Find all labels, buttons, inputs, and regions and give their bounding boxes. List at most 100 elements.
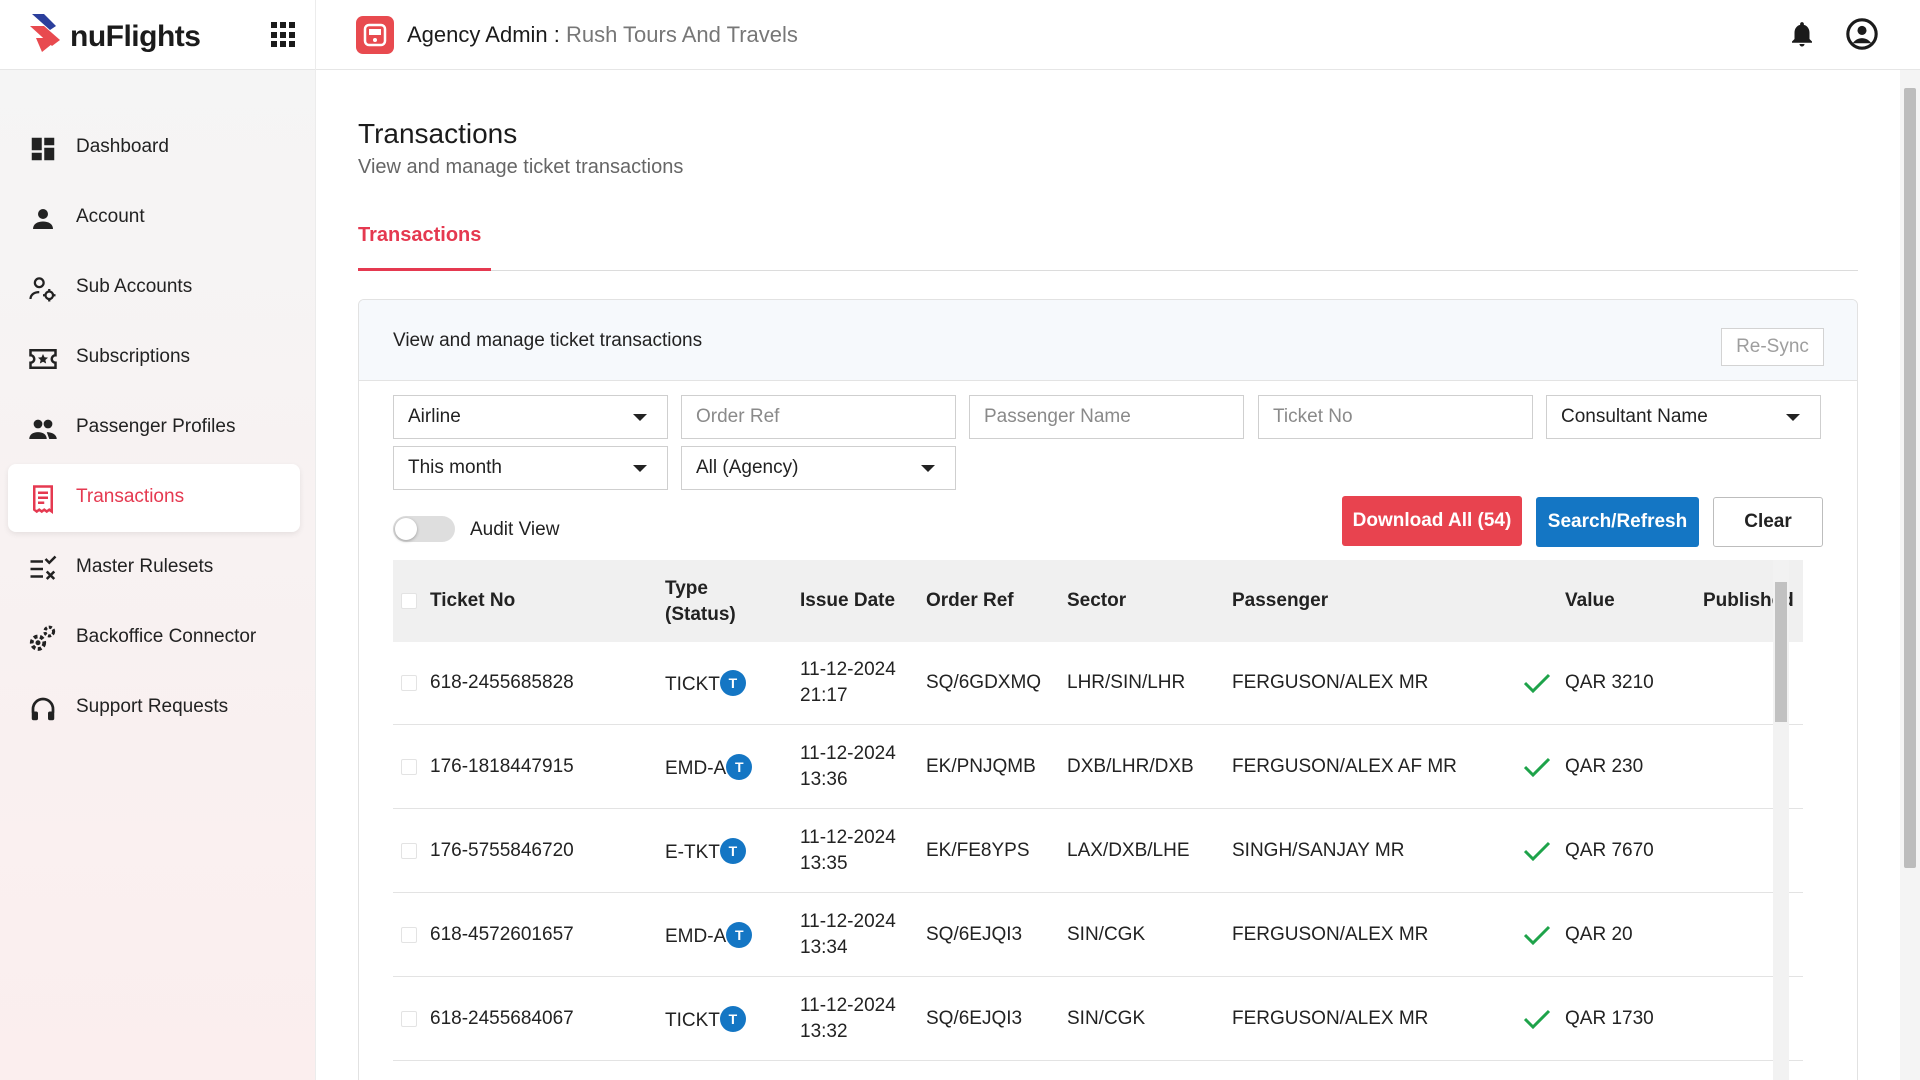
sidebar-item-label: Dashboard: [76, 136, 169, 157]
select-all-checkbox[interactable]: [401, 593, 417, 609]
agency-icon: [356, 16, 394, 54]
ticket-no-input[interactable]: Ticket No: [1258, 395, 1533, 439]
people-icon: [29, 419, 57, 439]
main-content: Transactions View and manage ticket tran…: [316, 70, 1900, 1080]
sidebar-item-label: Passenger Profiles: [76, 416, 236, 437]
type-label: TICKT: [665, 1010, 720, 1032]
issue-date-time: 13:32: [800, 1021, 848, 1042]
sidebar-item-label: Master Rulesets: [76, 556, 214, 577]
sector: LAX/DXB/LHE: [1067, 840, 1190, 861]
consultant-select-value: Consultant Name: [1561, 406, 1708, 427]
agency-select-value: All (Agency): [696, 457, 799, 478]
row-checkbox[interactable]: [401, 1011, 417, 1027]
chevron-down-icon: [921, 465, 935, 472]
dashboard-icon: [31, 137, 55, 161]
header-sector[interactable]: Sector: [1067, 590, 1126, 612]
header-order-ref[interactable]: Order Ref: [926, 590, 1014, 612]
row-checkbox[interactable]: [401, 843, 417, 859]
ticket-no: 618-2455684067: [430, 1008, 574, 1029]
audit-view-toggle[interactable]: [393, 516, 455, 542]
tab-transactions[interactable]: Transactions: [358, 224, 481, 272]
type-label: EMD-A: [665, 758, 727, 780]
row-checkbox[interactable]: [401, 759, 417, 775]
tab-divider: [358, 270, 1858, 271]
sidebar-item-label: Transactions: [76, 486, 185, 507]
table-scrollbar-thumb[interactable]: [1775, 582, 1787, 722]
search-refresh-button[interactable]: Search/Refresh: [1536, 497, 1699, 547]
consultant-select[interactable]: Consultant Name: [1546, 395, 1821, 439]
passenger: FERGUSON/ALEX MR: [1232, 672, 1429, 693]
table-row[interactable]: 618-4572601657 EMD-A T 11-12-2024 13:34 SQ…: [393, 894, 1803, 977]
sidebar-item-master-rulesets[interactable]: Master Rulesets: [8, 534, 300, 602]
value: QAR 230: [1565, 756, 1644, 777]
table-row[interactable]: 618-2455684067 TICKT T 11-12-2024 13:32 SQ…: [393, 978, 1803, 1061]
header-type-status[interactable]: Type (Status): [665, 576, 736, 628]
table-scrollbar[interactable]: [1773, 560, 1789, 1080]
clear-button[interactable]: Clear: [1713, 497, 1823, 547]
sidebar-item-label: Account: [76, 206, 145, 227]
header-type: Type: [665, 578, 708, 599]
sidebar-item-label: Sub Accounts: [76, 276, 193, 297]
card-title: View and manage ticket transactions: [393, 330, 703, 351]
sidebar-item-transactions[interactable]: Transactions: [8, 464, 300, 532]
ticket-type: EMD-A T: [665, 754, 753, 782]
airline-select-value: Airline: [408, 406, 461, 427]
agency-select[interactable]: All (Agency): [681, 446, 956, 490]
header-passenger[interactable]: Passenger: [1232, 590, 1328, 612]
sidebar-item-subscriptions[interactable]: Subscriptions: [8, 324, 300, 392]
status-badge: T: [726, 754, 753, 780]
issue-date-day: 11-12-2024: [800, 743, 896, 764]
sidebar-item-passenger-profiles[interactable]: Passenger Profiles: [8, 394, 300, 462]
download-all-button[interactable]: Download All (54): [1342, 496, 1522, 546]
page-scrollbar[interactable]: [1900, 70, 1920, 1080]
apps-grid-icon[interactable]: [271, 22, 297, 48]
header-issue-date[interactable]: Issue Date: [800, 590, 895, 612]
page-scrollbar-thumb[interactable]: [1904, 88, 1916, 868]
passenger-name-input[interactable]: Passenger Name: [969, 395, 1244, 439]
sidebar-item-support-requests[interactable]: Support Requests: [8, 674, 300, 742]
sidebar-item-sub-accounts[interactable]: Sub Accounts: [8, 254, 300, 322]
row-checkbox[interactable]: [401, 927, 417, 943]
agency-name: Rush Tours And Travels: [565, 22, 798, 47]
table-row[interactable]: 618-2455685828 TICKT T 11-12-2024 21:17 SQ…: [393, 642, 1803, 725]
chevron-down-icon: [633, 465, 647, 472]
status-badge: T: [726, 922, 753, 948]
passenger: FERGUSON/ALEX AF MR: [1232, 756, 1457, 777]
sector: SIN/CGK: [1067, 924, 1146, 945]
sidebar-item-backoffice-connector[interactable]: Backoffice Connector: [8, 604, 300, 672]
page-heading: Agency Admin : Rush Tours And Travels: [407, 22, 798, 48]
order-ref-input[interactable]: Order Ref: [681, 395, 956, 439]
profile-icon[interactable]: [1845, 17, 1879, 51]
top-bar: nuFlights Agency Admin : Rush Tours And …: [0, 0, 1920, 70]
ticket-type: TICKT T: [665, 1006, 746, 1034]
header-value[interactable]: Value: [1565, 590, 1615, 612]
status-badge: T: [719, 1006, 746, 1032]
sidebar-item-account[interactable]: Account: [8, 184, 300, 252]
issue-date-day: 11-12-2024: [800, 995, 896, 1016]
type-label: EMD-A: [665, 926, 727, 948]
issue-date: 11-12-2024 13:35: [800, 825, 896, 877]
sidebar-item-dashboard[interactable]: Dashboard: [8, 114, 300, 182]
rules-list-icon: [30, 555, 57, 580]
sidebar-item-label: Support Requests: [76, 696, 229, 717]
logo-text: nuFlights: [70, 20, 201, 53]
order-ref: SQ/6EJQI3: [926, 924, 1023, 945]
audit-view-label: Audit View: [470, 519, 560, 540]
header-status: (Status): [665, 604, 736, 625]
header-ticket-no[interactable]: Ticket No: [430, 590, 515, 612]
check-icon: [1523, 841, 1551, 862]
row-checkbox[interactable]: [401, 675, 417, 691]
bell-icon[interactable]: [1787, 18, 1817, 50]
check-icon: [1523, 757, 1551, 778]
logo[interactable]: nuFlights: [30, 12, 201, 56]
table-row[interactable]: 176-5755846720 E-TKT T 11-12-2024 13:35 EK…: [393, 810, 1803, 893]
table-row[interactable]: 176-1818447915 EMD-A T 11-12-2024 13:36 EK…: [393, 726, 1803, 809]
transactions-table: Ticket No Type (Status) Issue Date Order …: [393, 560, 1803, 1080]
issue-date: 11-12-2024 13:34: [800, 909, 896, 961]
passenger: SINGH/SANJAY MR: [1232, 840, 1405, 861]
sidebar-item-label: Backoffice Connector: [76, 626, 257, 647]
resync-button[interactable]: Re-Sync: [1721, 328, 1824, 366]
airline-select[interactable]: Airline: [393, 395, 668, 439]
period-select[interactable]: This month: [393, 446, 668, 490]
ticket-type: EMD-A T: [665, 922, 753, 950]
